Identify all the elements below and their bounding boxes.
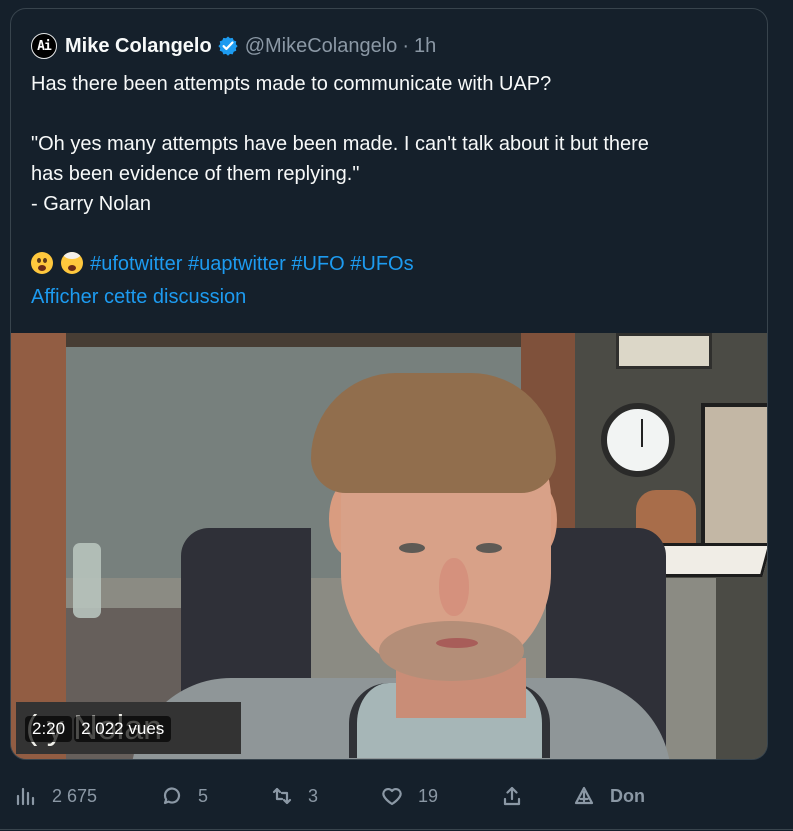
tweet-action-bar: 2 675 5 3 19 Don [0,775,793,817]
author-handle[interactable]: @MikeColangelo [245,35,398,58]
video-view-count: 2 022 vues [74,716,172,742]
metadata-separator: · [402,34,409,57]
line-break [31,219,751,249]
quote-line-3: - Garry Nolan [31,193,152,215]
picture-frame [701,403,767,561]
hashtag-ufotwitter[interactable]: #ufotwitter [90,253,182,275]
person-nose [439,558,469,616]
astonished-face-icon [31,252,53,274]
avatar[interactable]: Ai [31,33,57,59]
retweet-count: 3 [308,785,319,806]
person-eye [399,543,425,553]
donate-label: Don [610,785,645,806]
video-info-badges: 2:20 2 022 vues [25,716,172,742]
picture-frame [616,333,712,369]
orange-wall-panel [11,333,66,759]
share-button[interactable] [500,775,538,817]
share-icon [503,786,521,806]
views-count: 2 675 [52,785,98,806]
person-mouth [436,638,478,648]
show-thread-link[interactable]: Afficher cette discussion [31,283,246,311]
hashtag-ufos[interactable]: #UFOs [350,253,413,275]
video-thumbnail[interactable] [11,333,767,759]
line-break [31,99,751,129]
exploding-head-icon [60,252,83,274]
quote-line-1: "Oh yes many attempts have been made. I … [31,133,649,155]
person-hair [311,373,556,493]
bottom-divider [0,829,793,830]
shelf [66,333,526,347]
analytics-icon [16,787,35,806]
explosion-plume [62,252,81,259]
reply-count: 5 [198,785,209,806]
verified-badge-icon [217,35,239,57]
mouth-shape [38,265,46,271]
quoted-tweet-card[interactable]: Ai Mike Colangelo @MikeColangelo · 1h Ha… [10,8,768,760]
like-count: 19 [418,785,439,806]
hashtag-ufo[interactable]: #UFO [291,253,344,275]
tweet-author-row: Ai Mike Colangelo @MikeColangelo · 1h [31,33,436,59]
wall-clock [601,403,675,477]
donate-button[interactable]: Don [572,775,645,817]
person-beard [379,621,524,681]
like-button[interactable]: 19 [380,775,438,817]
hashtag-uaptwitter[interactable]: #uaptwitter [188,253,286,275]
video-duration: 2:20 [25,716,73,742]
tweet-body: Has there been attempts made to communic… [31,69,751,279]
heart-icon [382,788,402,806]
retweet-button[interactable]: 3 [270,775,318,817]
glass-bottle [73,543,101,618]
question-text: Has there been attempts made to communic… [31,73,552,95]
donate-icon [574,786,594,805]
quote-line-2: has been evidence of them replying." [31,163,360,185]
mouth-shape [67,265,76,271]
reply-icon [163,787,181,805]
views-button[interactable]: 2 675 [14,775,97,817]
reply-button[interactable]: 5 [160,775,208,817]
tweet-age[interactable]: 1h [414,35,436,58]
hashtag-line: #ufotwitter #uaptwitter #UFO #UFOs [31,249,751,279]
person-eye [476,543,502,553]
retweet-icon [272,787,292,805]
video-player[interactable]: ( y Nolan 2:20 2 022 vues [11,333,767,759]
author-name[interactable]: Mike Colangelo [65,35,212,58]
